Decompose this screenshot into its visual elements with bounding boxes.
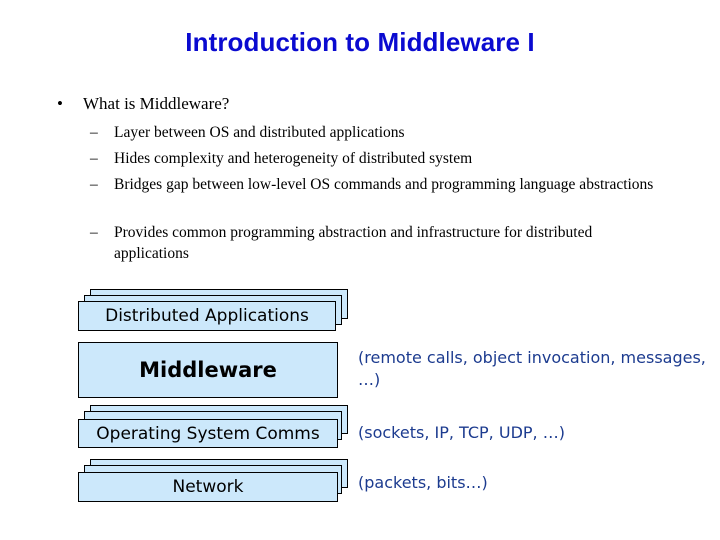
slide-title: Introduction to Middleware I — [185, 27, 535, 57]
sub-bullet-text: Bridges gap between low-level OS command… — [114, 176, 654, 193]
sub-bullet-text: Provides common programming abstraction … — [114, 224, 593, 262]
layer-note: (packets, bits…) — [358, 473, 488, 492]
layer-label: Distributed Applications — [105, 306, 309, 326]
layer-label: Network — [172, 477, 244, 497]
layer-note: (sockets, IP, TCP, UDP, …) — [358, 423, 565, 442]
dash-icon: – — [90, 150, 98, 167]
bullet-dot-icon: • — [57, 94, 63, 113]
dash-icon: – — [90, 176, 98, 193]
dash-icon: – — [90, 224, 98, 241]
stack-front-layer: Operating System Comms — [78, 419, 338, 448]
bullet-text: What is Middleware? — [83, 94, 230, 113]
stack-front-layer: Distributed Applications — [78, 301, 336, 331]
layer-label: Middleware — [139, 358, 277, 382]
sub-bullet-text: Layer between OS and distributed applica… — [114, 124, 405, 141]
dash-icon: – — [90, 124, 98, 141]
layer-label: Operating System Comms — [96, 423, 320, 444]
layer-note: (remote calls, object invocation, messag… — [358, 348, 706, 389]
stack-front-layer: Network — [78, 472, 338, 502]
sub-bullet-text: Hides complexity and heterogeneity of di… — [114, 150, 473, 167]
middleware-box: Middleware — [78, 342, 338, 398]
